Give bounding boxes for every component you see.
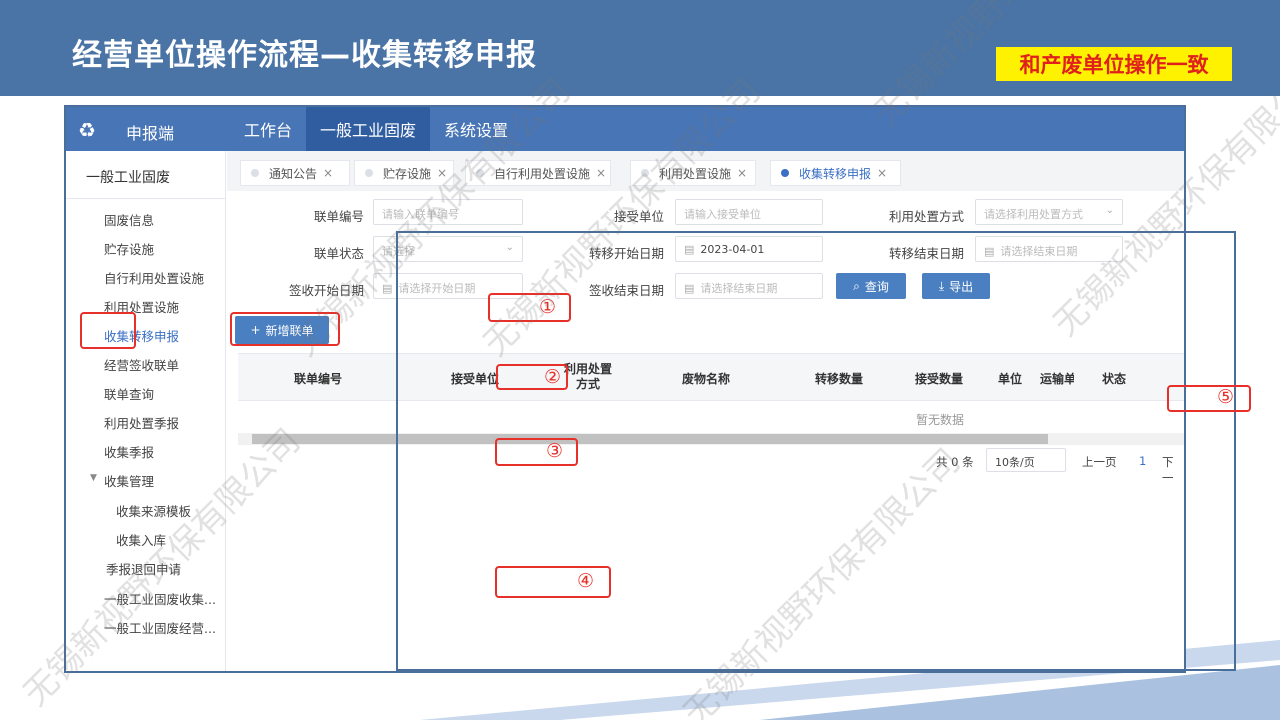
- callout-sidebar: [80, 312, 136, 349]
- recycle-icon: ♻: [78, 118, 96, 142]
- callout-3-number: ③: [546, 440, 564, 462]
- callout-5-number: ⑤: [1217, 386, 1235, 408]
- tab-dot-icon: [781, 169, 789, 177]
- tab-disposal-facility[interactable]: 利用处置设施 ×: [630, 160, 756, 186]
- close-icon[interactable]: ×: [323, 166, 333, 180]
- close-icon[interactable]: ×: [737, 166, 747, 180]
- method-placeholder: 请选择利用处置方式: [984, 208, 1083, 221]
- receiver-input[interactable]: 请输入接受单位: [675, 199, 823, 225]
- callout-2-number: ②: [544, 366, 562, 388]
- bill-no-label: 联单编号: [313, 209, 364, 224]
- tab-transfer-report[interactable]: 收集转移申报 ×: [770, 160, 901, 186]
- sidebar-item-sign-bill[interactable]: 经营签收联单: [104, 355, 179, 374]
- sidebar-item-general-operate[interactable]: 一般工业固废经营...: [104, 618, 216, 637]
- sidebar-item-quarterly-disposal[interactable]: 利用处置季报: [104, 413, 179, 432]
- sidebar-item-collect-in[interactable]: 收集入库: [116, 530, 166, 549]
- callout-3-box: [495, 438, 578, 466]
- chevron-down-icon: ⌄: [1105, 205, 1114, 216]
- tab-notice[interactable]: 通知公告 ×: [240, 160, 350, 186]
- sidebar-item-quarterly-collect[interactable]: 收集季报: [104, 442, 154, 461]
- sidebar-item-collect-manage[interactable]: 收集管理: [104, 471, 154, 490]
- sidebar: 一般工业固废 固废信息 贮存设施 自行利用处置设施 利用处置设施 收集转移申报 …: [66, 151, 226, 671]
- receiver-label: 接受单位: [613, 209, 664, 224]
- tab-label: 利用处置设施: [659, 166, 732, 181]
- callout-1-box: [488, 293, 571, 322]
- tab-label: 通知公告: [269, 166, 318, 181]
- tab-self-disposal[interactable]: 自行利用处置设施 ×: [465, 160, 611, 186]
- callout-5-box: [1167, 385, 1251, 412]
- callout-4-number: ④: [577, 570, 595, 592]
- sidebar-item-return-request[interactable]: 季报退回申请: [106, 559, 181, 578]
- note-badge: 和产废单位操作一致: [996, 47, 1232, 81]
- col-bill-no: 联单编号: [294, 372, 343, 386]
- sidebar-item-bill-query[interactable]: 联单查询: [104, 384, 154, 403]
- nav-settings[interactable]: 系统设置: [430, 107, 522, 151]
- tabs-bar: 通知公告 × 贮存设施 × 自行利用处置设施 × 利用处置设施 × 收集转移申报 ×: [227, 151, 1184, 191]
- sidebar-header: 一般工业固废: [66, 151, 225, 199]
- sidebar-item-self-disposal[interactable]: 自行利用处置设施: [104, 268, 204, 287]
- app-name: 申报端: [126, 124, 175, 143]
- sidebar-item-storage[interactable]: 贮存设施: [104, 239, 154, 258]
- close-icon[interactable]: ×: [437, 166, 447, 180]
- tab-storage[interactable]: 贮存设施 ×: [354, 160, 454, 186]
- tab-dot-icon: [476, 169, 484, 177]
- status-label: 联单状态: [313, 246, 364, 261]
- close-icon[interactable]: ×: [877, 166, 887, 180]
- callout-1-number: ①: [539, 296, 557, 318]
- calendar-icon: ▤: [382, 282, 393, 295]
- tab-dot-icon: [365, 169, 373, 177]
- tab-label: 自行利用处置设施: [494, 166, 591, 181]
- app-topbar: ♻ 申报端 工作台 一般工业固废 系统设置: [66, 107, 1184, 151]
- nav-workbench[interactable]: 工作台: [230, 107, 306, 151]
- slide-header: 经营单位操作流程—收集转移申报 和产废单位操作一致: [0, 0, 1280, 96]
- close-icon[interactable]: ×: [596, 166, 606, 180]
- sidebar-item-source-template[interactable]: 收集来源模板: [116, 501, 191, 520]
- tab-label: 贮存设施: [383, 166, 432, 181]
- callout-add-button: [230, 312, 340, 346]
- method-select[interactable]: 请选择利用处置方式 ⌄: [975, 199, 1123, 225]
- top-nav: 工作台 一般工业固废 系统设置: [230, 107, 522, 151]
- method-label: 利用处置方式: [888, 209, 964, 224]
- tab-label: 收集转移申报: [799, 166, 872, 181]
- slide-title: 经营单位操作流程—收集转移申报: [72, 38, 537, 73]
- tab-dot-icon: [641, 169, 649, 177]
- sign-start-label: 签收开始日期: [288, 283, 364, 298]
- bill-no-input[interactable]: 请输入联单编号: [373, 199, 523, 225]
- nav-general-waste[interactable]: 一般工业固废: [306, 107, 431, 151]
- caret-down-icon[interactable]: ▼: [90, 473, 97, 483]
- sidebar-item-waste-info[interactable]: 固废信息: [104, 210, 154, 229]
- sidebar-item-general-collect[interactable]: 一般工业固废收集...: [104, 589, 216, 608]
- tab-dot-icon: [251, 169, 259, 177]
